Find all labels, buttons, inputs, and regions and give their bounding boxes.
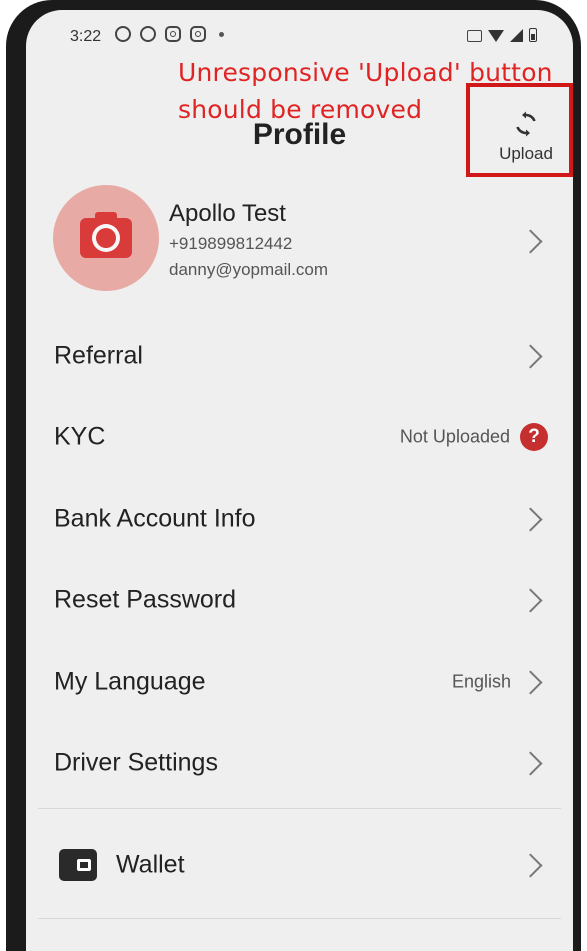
menu-label: My Language: [54, 667, 206, 696]
language-value: English: [451, 671, 511, 692]
menu-label: Wallet: [116, 850, 185, 879]
chevron-right-icon: [518, 751, 543, 776]
status-bar: 3:22: [26, 10, 573, 60]
phone-frame: 3:22 Unresponsive 'Upload' button should…: [6, 0, 581, 951]
menu-item-language[interactable]: My Language English: [26, 647, 573, 717]
menu-item-bank-account[interactable]: Bank Account Info: [26, 484, 573, 554]
status-time: 3:22: [70, 28, 102, 45]
notification-icons: [115, 26, 224, 42]
menu-label: Bank Account Info: [54, 504, 256, 533]
menu-item-driver-settings[interactable]: Driver Settings: [26, 728, 573, 798]
menu-item-wallet[interactable]: Wallet: [26, 830, 573, 900]
system-icons: [467, 28, 537, 42]
menu-label: Driver Settings: [54, 748, 218, 777]
menu-label: Referral: [54, 341, 143, 370]
instagram-icon: [190, 26, 206, 42]
menu-label: KYC: [54, 422, 106, 451]
chevron-right-icon: [518, 507, 543, 532]
chevron-right-icon: [518, 588, 543, 613]
instagram-icon: [165, 26, 181, 42]
annotation-highlight-box: [466, 83, 573, 177]
chevron-right-icon: [518, 229, 543, 254]
profile-card[interactable]: Apollo Test +919899812442 danny@yopmail.…: [26, 180, 573, 300]
signal-icon: [510, 29, 523, 42]
wallet-icon: [59, 849, 97, 881]
profile-email: danny@yopmail.com: [169, 260, 328, 279]
profile-name: Apollo Test: [169, 200, 286, 227]
cast-icon: [467, 30, 482, 42]
avatar[interactable]: [53, 185, 159, 291]
app-screen: 3:22 Unresponsive 'Upload' button should…: [26, 10, 573, 951]
help-icon[interactable]: ?: [520, 423, 548, 451]
chevron-right-icon: [518, 853, 543, 878]
wifi-icon: [488, 30, 504, 42]
app-notification-icon: [140, 26, 156, 42]
camera-icon: [80, 212, 132, 258]
chevron-right-icon: [518, 670, 543, 695]
chevron-right-icon: [518, 344, 543, 369]
kyc-status: Not Uploaded: [399, 426, 510, 447]
whatsapp-icon: [115, 26, 131, 42]
divider: [38, 918, 561, 919]
menu-label: Reset Password: [54, 585, 237, 614]
profile-phone: +919899812442: [169, 234, 293, 253]
menu-item-referral[interactable]: Referral: [26, 321, 573, 391]
divider: [38, 808, 561, 809]
menu-item-kyc[interactable]: KYC Not Uploaded ?: [26, 402, 573, 472]
more-notifications-icon: [219, 31, 224, 37]
battery-icon: [529, 28, 537, 42]
menu-item-reset-password[interactable]: Reset Password: [26, 565, 573, 635]
